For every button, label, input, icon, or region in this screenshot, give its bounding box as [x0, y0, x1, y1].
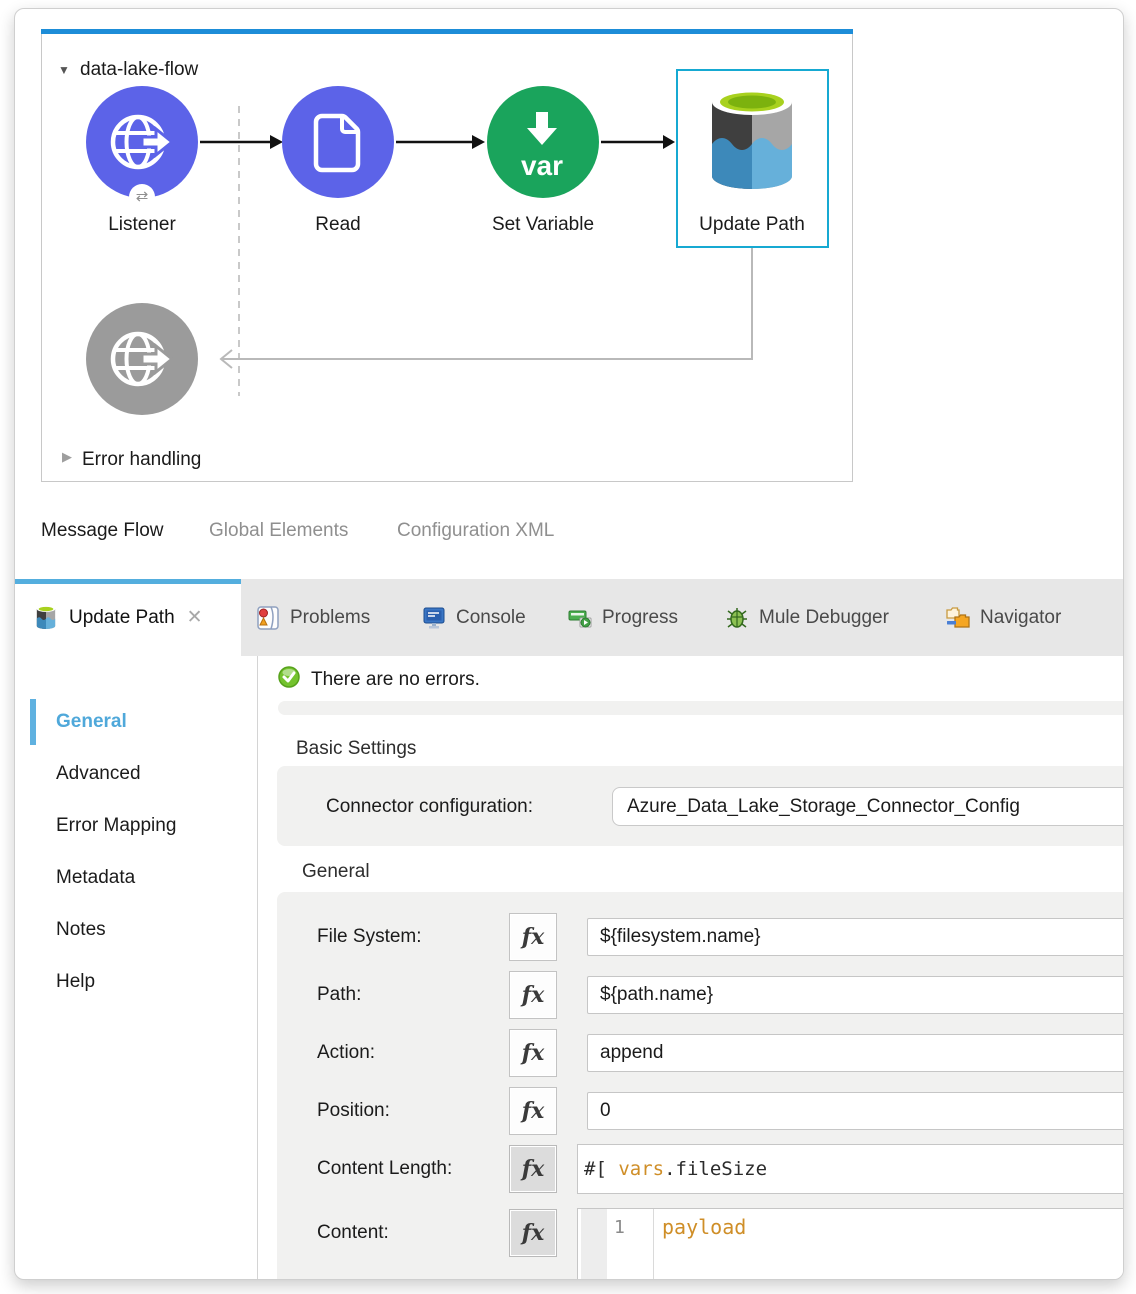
- file-system-label: File System:: [317, 926, 422, 948]
- panel-divider: [257, 656, 258, 1279]
- content-label: Content:: [317, 1222, 389, 1244]
- error-handling-label: Error handling: [82, 449, 201, 471]
- file-system-fx-button[interactable]: fx: [509, 913, 557, 961]
- editor-ruler: [581, 1209, 607, 1280]
- problems-icon: [255, 605, 281, 631]
- tab-mule-debugger-label: Mule Debugger: [759, 607, 889, 629]
- file-system-input[interactable]: [587, 918, 1124, 956]
- set-variable-icon: var: [487, 86, 599, 198]
- tab-global-elements[interactable]: Global Elements: [209, 520, 348, 542]
- sidebar-item-help[interactable]: Help: [56, 971, 95, 993]
- tab-configuration-xml[interactable]: Configuration XML: [397, 520, 554, 542]
- position-label: Position:: [317, 1100, 390, 1122]
- content-length-expression-input[interactable]: #[ vars.fileSize: [577, 1144, 1124, 1194]
- expression-open: #[: [584, 1158, 618, 1180]
- tab-console[interactable]: Console: [421, 579, 526, 656]
- position-input[interactable]: [587, 1092, 1124, 1130]
- scrolled-group-strip: [278, 701, 1124, 715]
- document-icon: [282, 86, 394, 198]
- globe-arrow-icon: [86, 86, 198, 198]
- node-label-set-variable: Set Variable: [443, 214, 643, 236]
- sidebar-item-notes[interactable]: Notes: [56, 919, 106, 941]
- azure-data-lake-icon: [35, 605, 57, 630]
- console-icon: [421, 605, 447, 631]
- tab-problems-label: Problems: [290, 607, 370, 629]
- flow-node-read[interactable]: [282, 86, 394, 198]
- anypoint-studio-window: ▼ data-lake-flow ⇄ Listener: [0, 0, 1136, 1294]
- tab-navigator[interactable]: Navigator: [945, 579, 1061, 656]
- editor-gutter-line: [653, 1209, 654, 1280]
- sidebar-active-indicator: [30, 699, 36, 745]
- azure-data-lake-icon: [704, 86, 800, 192]
- canvas-accent-bar: [41, 29, 853, 34]
- sidebar-item-general[interactable]: General: [56, 711, 127, 733]
- tab-navigator-label: Navigator: [980, 607, 1061, 629]
- content-code-editor[interactable]: 1 payload: [577, 1208, 1124, 1280]
- connector-configuration-label: Connector configuration:: [326, 796, 533, 818]
- tab-message-flow[interactable]: Message Flow: [41, 520, 164, 542]
- expression-dot: .: [664, 1158, 675, 1180]
- sidebar-item-error-mapping[interactable]: Error Mapping: [56, 815, 176, 837]
- message-flow-canvas: ▼ data-lake-flow ⇄ Listener: [41, 29, 853, 482]
- flow-node-set-variable[interactable]: var: [487, 86, 599, 198]
- node-label-listener: Listener: [42, 214, 242, 236]
- globe-arrow-icon: [86, 303, 198, 415]
- folders-icon: [945, 605, 971, 631]
- action-fx-button[interactable]: fx: [509, 1029, 557, 1077]
- path-fx-button[interactable]: fx: [509, 971, 557, 1019]
- bug-icon: [724, 605, 750, 631]
- tab-update-path-label: Update Path: [69, 607, 175, 629]
- action-label: Action:: [317, 1042, 375, 1064]
- flow-collapse-icon[interactable]: ▼: [58, 63, 70, 77]
- path-label: Path:: [317, 984, 361, 1006]
- listener-exchange-badge: ⇄: [129, 184, 155, 210]
- basic-settings-group: Connector configuration:: [277, 766, 1124, 846]
- content-fx-button[interactable]: fx: [509, 1209, 557, 1257]
- flow-node-error-listener[interactable]: [86, 303, 198, 415]
- app-card: ▼ data-lake-flow ⇄ Listener: [14, 8, 1124, 1280]
- editor-code-payload: payload: [662, 1215, 746, 1239]
- path-input[interactable]: [587, 976, 1124, 1014]
- content-length-fx-button[interactable]: fx: [509, 1145, 557, 1193]
- flow-title: data-lake-flow: [80, 59, 198, 81]
- svg-text:var: var: [521, 150, 563, 181]
- tab-progress[interactable]: Progress: [567, 579, 678, 656]
- progress-icon: [567, 605, 593, 631]
- section-title-general: General: [302, 861, 370, 883]
- flow-node-listener[interactable]: [86, 86, 198, 198]
- flow-node-update-path[interactable]: [704, 86, 800, 192]
- sidebar-item-metadata[interactable]: Metadata: [56, 867, 135, 889]
- close-icon[interactable]: ✕: [187, 606, 203, 629]
- expression-prop: fileSize: [676, 1158, 768, 1180]
- view-tabstrip: Update Path ✕ Problems Console: [15, 579, 1123, 656]
- section-title-basic-settings: Basic Settings: [296, 738, 416, 760]
- sidebar-item-advanced[interactable]: Advanced: [56, 763, 141, 785]
- tab-mule-debugger[interactable]: Mule Debugger: [724, 579, 889, 656]
- editor-line-number: 1: [614, 1217, 625, 1238]
- tab-progress-label: Progress: [602, 607, 678, 629]
- error-handling-expand-icon[interactable]: ▶: [62, 449, 72, 465]
- expression-vars: vars: [618, 1158, 664, 1180]
- node-label-read: Read: [238, 214, 438, 236]
- connector-configuration-select[interactable]: [612, 787, 1124, 826]
- node-label-update-path: Update Path: [652, 214, 852, 236]
- position-fx-button[interactable]: fx: [509, 1087, 557, 1135]
- content-length-label: Content Length:: [317, 1158, 452, 1180]
- action-input[interactable]: [587, 1034, 1124, 1072]
- tab-problems[interactable]: Problems: [255, 579, 370, 656]
- tab-update-path[interactable]: Update Path ✕: [15, 579, 241, 656]
- no-errors-check-icon: [278, 666, 300, 688]
- status-message: There are no errors.: [311, 669, 480, 691]
- tab-console-label: Console: [456, 607, 526, 629]
- general-group: File System: fx Path: fx Action: fx Posi…: [277, 892, 1124, 1280]
